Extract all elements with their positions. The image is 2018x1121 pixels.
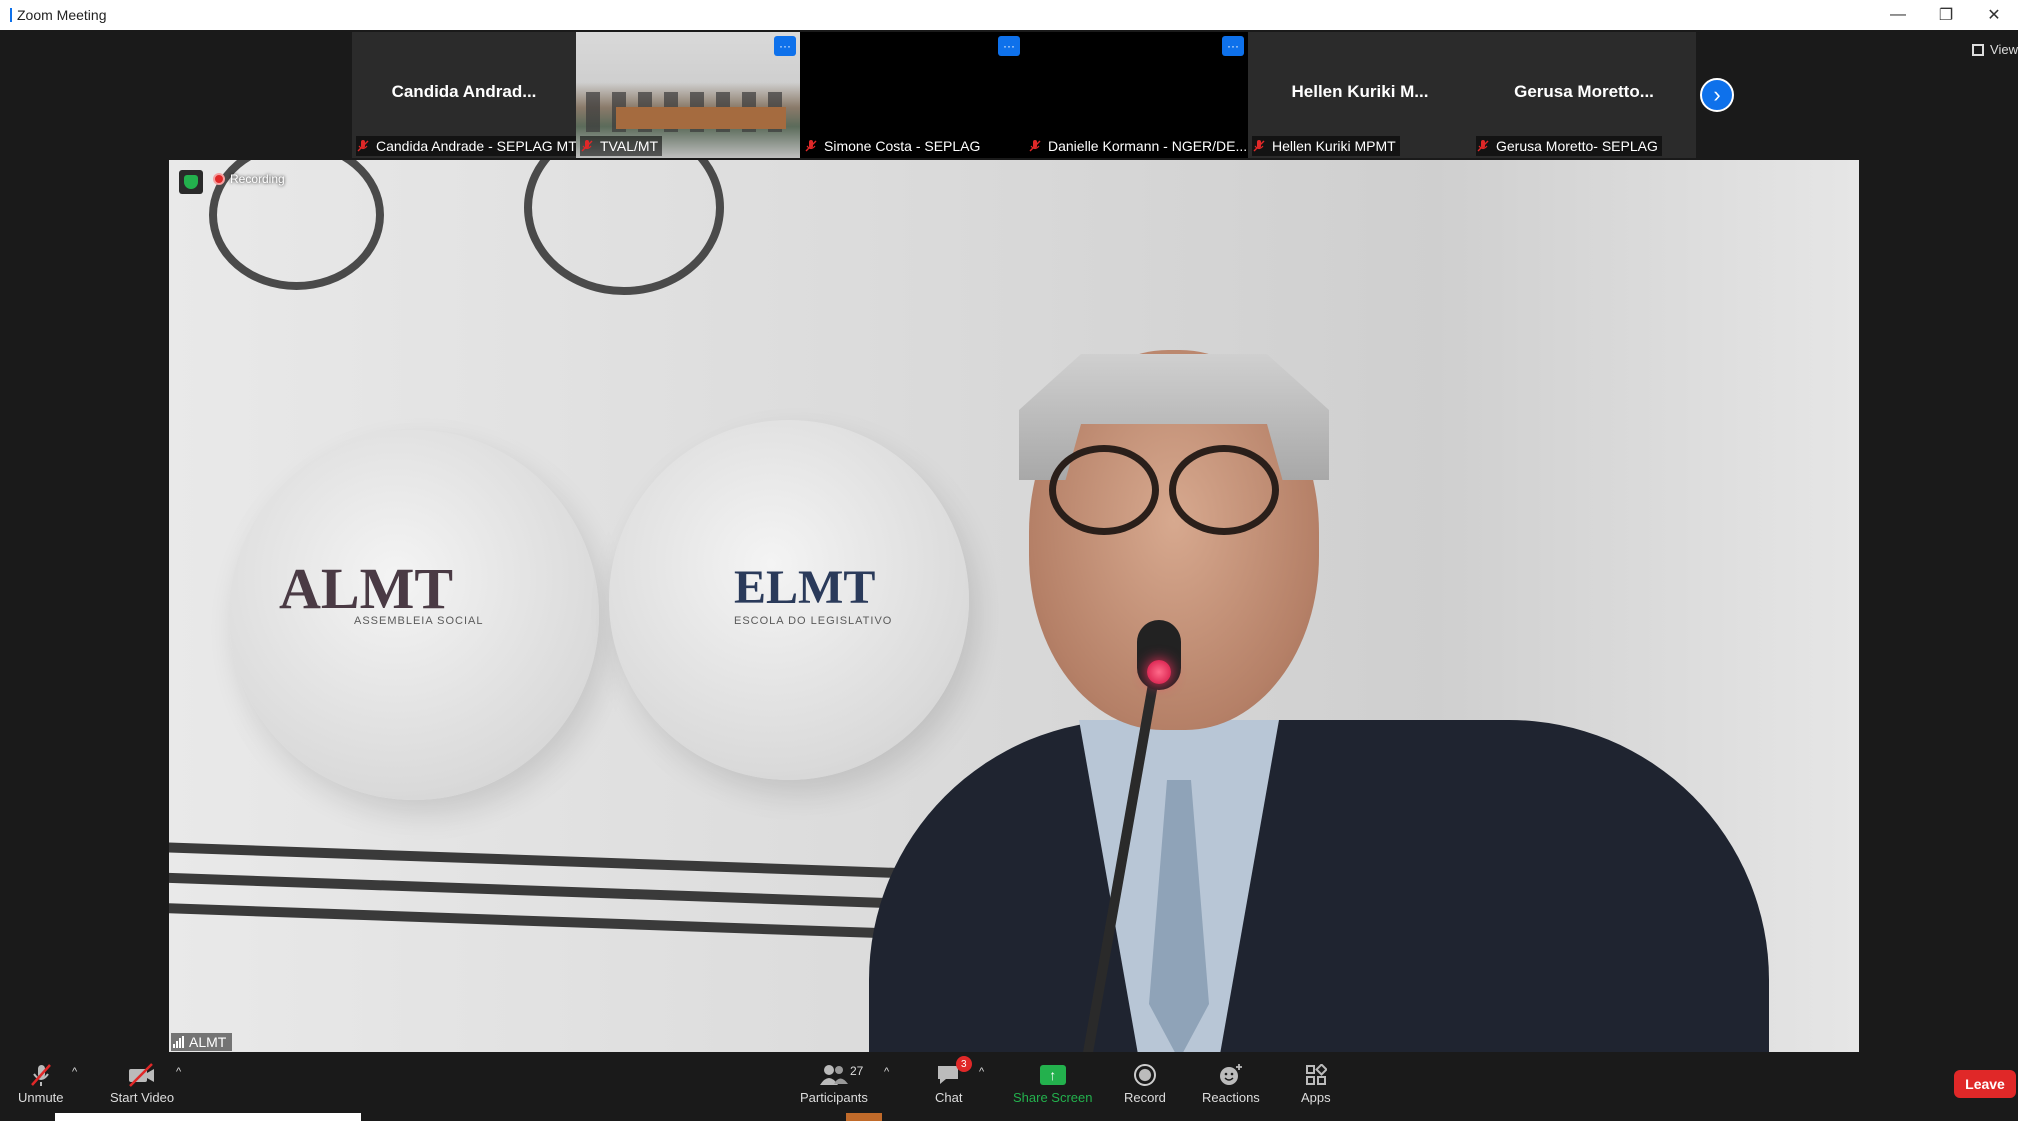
almt-logo-text: ALMT [279, 556, 453, 621]
speaker-name-label: ALMT [171, 1033, 233, 1051]
participant-display-name: Gerusa Moretto... [1514, 82, 1654, 101]
chat-label: Chat [935, 1090, 963, 1105]
video-off-icon [127, 1060, 157, 1090]
participant-name-label: Simone Costa - SEPLAG [804, 136, 985, 156]
window-titlebar: Zoom Meeting — ❐ ✕ [0, 0, 2018, 30]
share-screen-button[interactable]: ↑ Share Screen [1013, 1060, 1093, 1105]
participant-tile[interactable]: Candida Andrad... Candida Andrade - SEPL… [352, 32, 576, 158]
elmt-logo-subtitle: ESCOLA DO LEGISLATIVO [734, 615, 893, 627]
participant-display-name: Hellen Kuriki M... [1291, 82, 1429, 101]
more-options-button[interactable]: ··· [998, 36, 1020, 56]
speaker-name: ALMT [189, 1034, 227, 1050]
meeting-window: Candida Andrad... Candida Andrade - SEPL… [10, 30, 2018, 1121]
participant-tile[interactable]: Hellen Kuriki M... Hellen Kuriki MPMT [1248, 32, 1472, 158]
grid-view-icon [1972, 43, 1985, 56]
participant-name: TVAL/MT [600, 138, 659, 154]
video-table [616, 107, 786, 129]
participants-label: Participants [800, 1090, 868, 1105]
apps-grid-icon [1305, 1060, 1327, 1090]
participant-name-label: Danielle Kormann - NGER/DE... [1028, 136, 1248, 156]
share-screen-icon: ↑ [1039, 1060, 1066, 1090]
view-label: View [1990, 42, 2018, 57]
chat-button[interactable]: 3 Chat [935, 1056, 972, 1105]
mic-muted-icon [28, 1060, 54, 1090]
participant-gallery-strip: Candida Andrad... Candida Andrade - SEPL… [352, 32, 1696, 160]
audio-options-caret-icon[interactable]: ^ [72, 1066, 77, 1078]
video-options-caret-icon[interactable]: ^ [176, 1066, 181, 1078]
chat-options-caret-icon[interactable]: ^ [979, 1066, 984, 1078]
participant-tile[interactable]: ··· TVAL/MT [576, 32, 800, 158]
chat-bubble-icon: 3 [936, 1056, 972, 1090]
participants-options-caret-icon[interactable]: ^ [884, 1066, 889, 1078]
mic-muted-icon [1253, 140, 1265, 152]
unmute-button[interactable]: Unmute [18, 1060, 64, 1105]
chat-unread-badge: 3 [955, 1056, 972, 1072]
smiley-plus-icon [1218, 1060, 1244, 1090]
unmute-label: Unmute [18, 1090, 64, 1105]
active-speaker-video[interactable]: ALMT ASSEMBLEIA SOCIAL ELMT ESCOLA DO LE… [169, 160, 1859, 1053]
participant-name-label: Gerusa Moretto- SEPLAG [1476, 136, 1662, 156]
participants-button[interactable]: 27 Participants [800, 1060, 868, 1105]
almt-logo-subtitle: ASSEMBLEIA SOCIAL [354, 615, 484, 627]
zoom-accent-mark [10, 8, 12, 22]
minimize-button[interactable]: — [1874, 0, 1922, 30]
reactions-button[interactable]: Reactions [1202, 1060, 1260, 1105]
participants-count: 27 [849, 1064, 864, 1078]
recording-indicator[interactable]: Recording [213, 172, 285, 186]
more-options-button[interactable]: ··· [1222, 36, 1244, 56]
participant-name: Danielle Kormann - NGER/DE... [1048, 138, 1248, 154]
participant-name: Candida Andrade - SEPLAG MT [376, 138, 576, 154]
participant-tile[interactable]: ··· Danielle Kormann - NGER/DE... [1024, 32, 1248, 158]
share-screen-label: Share Screen [1013, 1090, 1093, 1105]
mic-muted-icon [357, 140, 369, 152]
leave-meeting-button[interactable]: Leave [1954, 1070, 2016, 1098]
participant-name: Hellen Kuriki MPMT [1272, 138, 1396, 154]
taskbar-preview-strip [55, 1113, 361, 1121]
more-options-button[interactable]: ··· [774, 36, 796, 56]
window-controls: — ❐ ✕ [1874, 0, 2018, 30]
participant-name-label: TVAL/MT [580, 136, 663, 156]
restore-button[interactable]: ❐ [1922, 0, 1970, 30]
record-button[interactable]: Record [1124, 1060, 1166, 1105]
mic-muted-icon [581, 140, 593, 152]
recording-dot-icon [213, 173, 225, 185]
window-title: Zoom Meeting [17, 7, 107, 23]
speaker-suit [869, 720, 1769, 1053]
start-video-label: Start Video [110, 1090, 175, 1105]
record-label: Record [1124, 1090, 1166, 1105]
apps-label: Apps [1301, 1090, 1331, 1105]
participant-tile[interactable]: ··· Simone Costa - SEPLAG [800, 32, 1024, 158]
elmt-logo-text: ELMT [734, 561, 876, 614]
speaker-glasses-left [1049, 445, 1159, 535]
participant-name: Simone Costa - SEPLAG [824, 138, 981, 154]
participant-name: Gerusa Moretto- SEPLAG [1496, 138, 1658, 154]
participants-icon: 27 [819, 1060, 863, 1090]
encryption-shield-icon[interactable] [179, 170, 203, 194]
participant-tile[interactable]: Gerusa Moretto... Gerusa Moretto- SEPLAG [1472, 32, 1696, 158]
apps-button[interactable]: Apps [1301, 1060, 1331, 1105]
participant-name-label: Hellen Kuriki MPMT [1252, 136, 1400, 156]
participant-display-name: Candida Andrad... [391, 82, 537, 101]
close-button[interactable]: ✕ [1970, 0, 2018, 30]
view-button[interactable]: View [1972, 42, 2018, 57]
taskbar-preview-strip [846, 1113, 882, 1121]
mic-muted-icon [1477, 140, 1489, 152]
record-icon [1133, 1060, 1156, 1090]
microphone-light [1147, 660, 1171, 684]
start-video-button[interactable]: Start Video [110, 1060, 174, 1105]
next-page-arrow-icon[interactable]: › [1700, 78, 1734, 112]
participant-name-label: Candida Andrade - SEPLAG MT [356, 136, 576, 156]
signal-strength-icon [173, 1036, 184, 1048]
meeting-toolbar: Unmute ^ Start Video ^ 27 Participants ^… [10, 1052, 2018, 1121]
recording-label: Recording [230, 172, 285, 186]
reactions-label: Reactions [1202, 1090, 1260, 1105]
mic-muted-icon [1029, 140, 1041, 152]
speaker-glasses-right [1169, 445, 1279, 535]
mic-muted-icon [805, 140, 817, 152]
